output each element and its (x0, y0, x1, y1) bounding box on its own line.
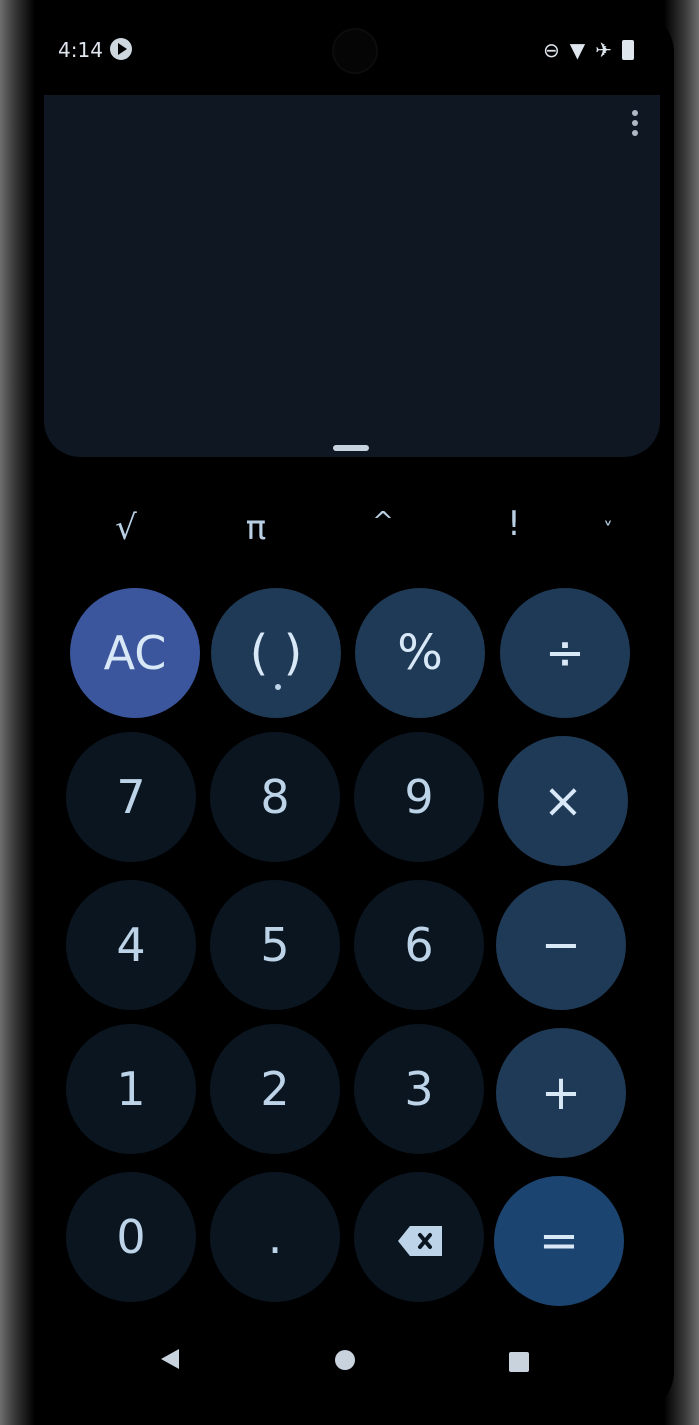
digit-1-button[interactable]: 1 (66, 1024, 196, 1154)
recents-icon[interactable] (498, 1342, 540, 1382)
digit-0-button[interactable]: 0 (66, 1172, 196, 1302)
airplane-icon: ✈ (595, 38, 612, 62)
multiply-button[interactable]: × (498, 736, 628, 866)
more-options-icon[interactable] (622, 100, 648, 146)
digit-9-button[interactable]: 9 (354, 732, 484, 862)
backspace-icon (390, 1216, 450, 1266)
digit-5-button[interactable]: 5 (210, 880, 340, 1010)
battery-icon (621, 40, 634, 60)
parentheses-dot-icon (275, 684, 281, 690)
digit-8-button[interactable]: 8 (210, 732, 340, 862)
percent-button[interactable]: % (355, 588, 485, 718)
back-icon[interactable] (150, 1336, 190, 1382)
digit-6-button[interactable]: 6 (354, 880, 484, 1010)
factorial-button[interactable]: ! (496, 500, 532, 548)
all-clear-button[interactable]: AC (70, 588, 200, 718)
parentheses-button[interactable]: ( ) (211, 588, 341, 718)
expand-scientific-icon[interactable]: ˅ (586, 506, 630, 554)
phone-frame: 4:14 ⊖ ▼ ✈ √ π ^ ! ˅ AC ( ) % ÷ 7 8 9 × … (0, 0, 699, 1425)
status-time: 4:14 (58, 38, 103, 62)
digit-3-button[interactable]: 3 (354, 1024, 484, 1154)
digit-7-button[interactable]: 7 (66, 732, 196, 862)
divide-button[interactable]: ÷ (500, 588, 630, 718)
media-playing-icon (110, 38, 132, 60)
front-camera (334, 30, 376, 72)
equals-button[interactable]: = (494, 1176, 624, 1306)
plus-button[interactable]: + (496, 1028, 626, 1158)
square-root-button[interactable]: √ (104, 504, 148, 552)
status-icons: ⊖ ▼ ✈ (543, 36, 634, 64)
display-drag-handle[interactable] (333, 445, 369, 451)
power-button[interactable]: ^ (364, 498, 402, 546)
minus-button[interactable]: − (496, 880, 626, 1010)
decimal-button[interactable]: . (210, 1172, 340, 1302)
home-icon[interactable] (330, 1340, 360, 1380)
digit-2-button[interactable]: 2 (210, 1024, 340, 1154)
calculator-display (44, 95, 660, 457)
digit-4-button[interactable]: 4 (66, 880, 196, 1010)
do-not-disturb-icon: ⊖ (543, 38, 560, 62)
pi-button[interactable]: π (234, 504, 278, 552)
wifi-icon: ▼ (569, 38, 586, 62)
